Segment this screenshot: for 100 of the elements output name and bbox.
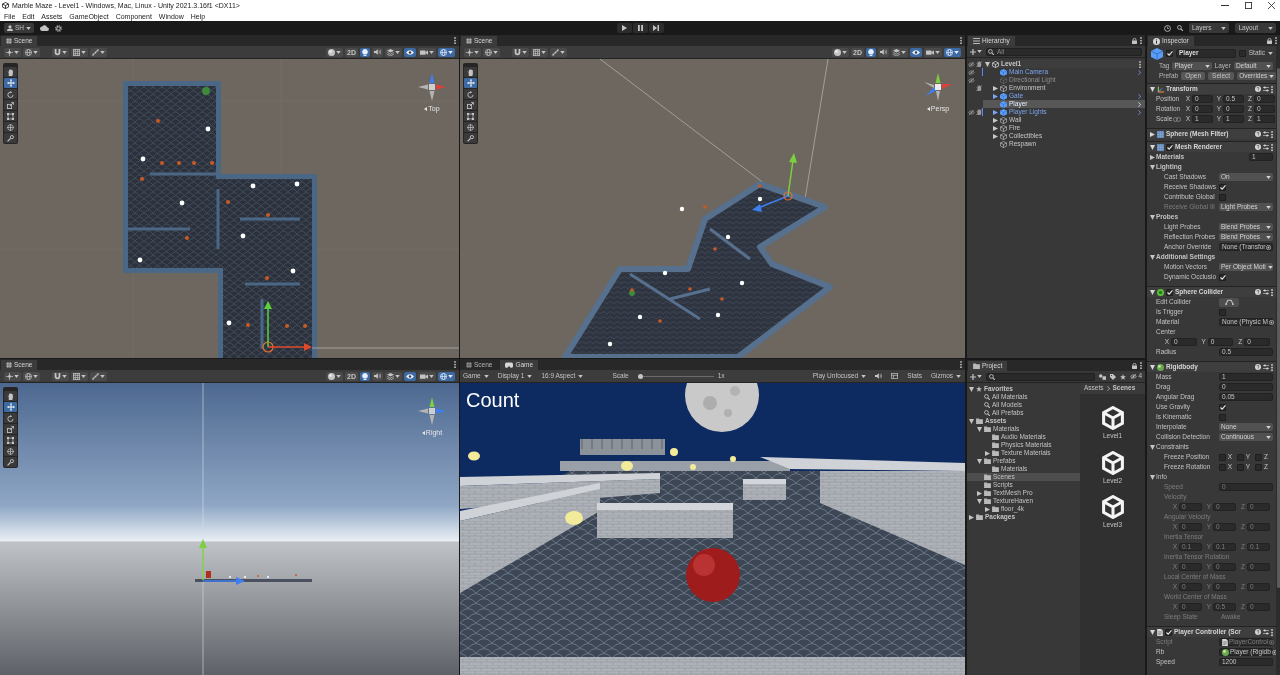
slider-thumb[interactable]	[637, 373, 643, 379]
foldout-arrow-icon[interactable]	[1150, 289, 1155, 295]
checkbox[interactable]	[1237, 463, 1244, 471]
foldout-arrow-icon[interactable]	[985, 61, 990, 67]
tool-button[interactable]	[4, 457, 17, 467]
lighting-toggle[interactable]	[360, 47, 370, 57]
help-icon[interactable]	[1255, 364, 1261, 370]
snap-dropdown[interactable]	[52, 47, 69, 57]
camera-dropdown[interactable]	[418, 47, 436, 57]
eye-slash-icon[interactable]	[967, 69, 975, 75]
tool-button[interactable]	[4, 133, 17, 143]
foldout-arrow-icon[interactable]	[969, 418, 974, 424]
gizmos-dropdown[interactable]	[438, 47, 455, 57]
tool-button[interactable]	[464, 133, 477, 143]
lock-icon[interactable]	[1132, 37, 1137, 44]
eye-slash-icon[interactable]	[967, 61, 975, 67]
audio-toggle[interactable]	[372, 371, 383, 381]
tool-button[interactable]	[4, 391, 17, 401]
sliders-icon[interactable]	[1263, 131, 1269, 137]
draw-mode-dropdown[interactable]	[832, 47, 850, 57]
axis-gizmo-icon[interactable]	[417, 72, 447, 102]
sliders-icon[interactable]	[1263, 86, 1269, 92]
add-dropdown[interactable]	[970, 373, 982, 380]
tool-button[interactable]	[464, 122, 477, 132]
link-icon[interactable]	[1173, 116, 1182, 122]
search-icon[interactable]	[1176, 25, 1183, 31]
foldout-arrow-icon[interactable]	[1150, 444, 1155, 450]
tool-button[interactable]	[4, 424, 17, 434]
pivot-dropdown[interactable]	[464, 47, 481, 57]
tool-button[interactable]	[4, 111, 17, 121]
triangle-icon[interactable]	[421, 430, 425, 435]
tool-button[interactable]	[464, 89, 477, 99]
checkbox[interactable]	[1165, 628, 1172, 636]
help-icon[interactable]	[1255, 86, 1261, 92]
draw-mode-dropdown[interactable]	[326, 371, 344, 381]
checkbox[interactable]	[1219, 463, 1226, 471]
help-icon[interactable]	[1255, 289, 1261, 295]
foldout-arrow-icon[interactable]	[977, 426, 982, 432]
help-icon[interactable]	[1255, 131, 1261, 137]
foldout-arrow-icon[interactable]	[969, 514, 974, 520]
orientation-dropdown[interactable]	[483, 47, 500, 57]
target-icon[interactable]	[1268, 319, 1274, 325]
snap-dropdown[interactable]	[52, 371, 69, 381]
tool-button[interactable]	[4, 67, 17, 77]
checkbox[interactable]	[1219, 193, 1226, 201]
foldout-arrow-icon[interactable]	[1150, 254, 1155, 260]
effects-dropdown[interactable]	[891, 47, 908, 57]
increment-dropdown[interactable]	[90, 371, 107, 381]
pause-button[interactable]	[632, 23, 648, 33]
lighting-toggle[interactable]	[360, 371, 370, 381]
grid-dropdown[interactable]	[71, 371, 88, 381]
panel-icon[interactable]	[891, 373, 899, 379]
foldout-arrow-icon[interactable]	[993, 109, 998, 115]
axis-gizmo-icon[interactable]	[417, 396, 447, 426]
foldout-arrow-icon[interactable]	[993, 133, 998, 139]
audio-toggle[interactable]	[372, 47, 383, 57]
triangle-icon[interactable]	[926, 106, 930, 111]
foldout-arrow-icon[interactable]	[1150, 364, 1155, 370]
history-icon[interactable]	[1163, 24, 1171, 32]
foldout-arrow-icon[interactable]	[993, 85, 998, 91]
eye-slash-icon[interactable]	[967, 109, 975, 115]
hand-slash-icon[interactable]	[976, 85, 982, 91]
tool-button[interactable]	[464, 78, 477, 88]
cloud-icon[interactable]	[40, 25, 50, 31]
foldout-arrow-icon[interactable]	[1150, 629, 1155, 635]
foldout-arrow-icon[interactable]	[1150, 144, 1155, 150]
chevron-icon[interactable]	[1138, 69, 1141, 75]
checkbox[interactable]	[1219, 308, 1226, 316]
foldout-arrow-icon[interactable]	[985, 506, 990, 512]
foldout-arrow-icon[interactable]	[1150, 86, 1155, 92]
camera-dropdown[interactable]	[924, 47, 942, 57]
snap-dropdown[interactable]	[512, 47, 529, 57]
gizmos-dropdown[interactable]	[944, 47, 961, 57]
target-icon[interactable]	[1266, 244, 1272, 250]
checkbox[interactable]	[1255, 453, 1262, 461]
visibility-toggle[interactable]	[404, 371, 416, 381]
foldout-arrow-icon[interactable]	[993, 93, 998, 99]
pivot-dropdown[interactable]	[4, 47, 21, 57]
target-icon[interactable]	[1269, 639, 1275, 645]
tool-button[interactable]	[464, 67, 477, 77]
checkbox[interactable]	[1166, 288, 1173, 296]
search-field[interactable]	[986, 372, 1096, 381]
speaker-icon[interactable]	[875, 373, 883, 379]
maximize-icon[interactable]	[1245, 2, 1252, 9]
sliders-icon[interactable]	[1263, 144, 1269, 150]
close-icon[interactable]	[1268, 2, 1275, 9]
checkbox[interactable]	[1237, 453, 1244, 461]
tool-button[interactable]	[4, 100, 17, 110]
checkbox[interactable]	[1238, 50, 1246, 57]
foldout-arrow-icon[interactable]	[1150, 131, 1155, 137]
checkbox[interactable]	[1219, 403, 1226, 411]
foldout-arrow-icon[interactable]	[1150, 214, 1155, 220]
tool-button[interactable]	[464, 111, 477, 121]
step-button[interactable]	[648, 23, 664, 33]
draw-mode-dropdown[interactable]	[326, 47, 344, 57]
tool-button[interactable]	[4, 446, 17, 456]
tool-button[interactable]	[4, 402, 17, 412]
help-icon[interactable]	[1255, 144, 1261, 150]
scrollbar[interactable]	[1276, 46, 1280, 675]
sliders-icon[interactable]	[1263, 289, 1269, 295]
